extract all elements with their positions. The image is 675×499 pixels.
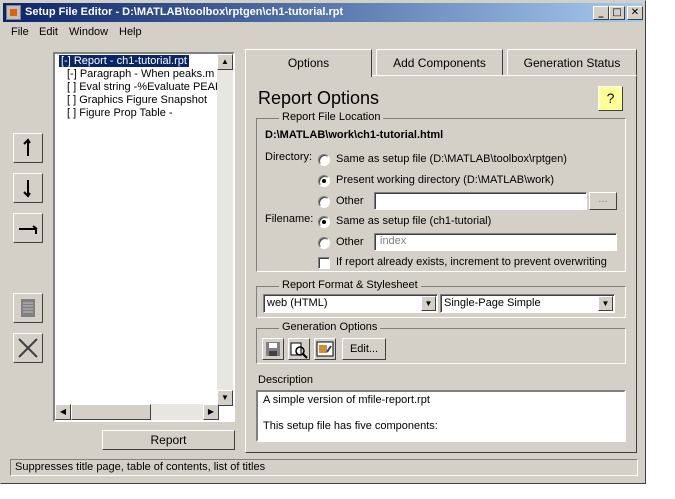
tree-item-figure-snapshot[interactable]: [ ] Graphics Figure Snapshot (67, 94, 207, 107)
dir-option-other-label: Other (336, 195, 364, 207)
preview-icon (290, 342, 308, 359)
move-up-button[interactable] (13, 133, 43, 163)
title-bar: Setup File Editor - D:\MATLAB\toolbox\rp… (3, 3, 643, 22)
generation-options-legend: Generation Options (279, 321, 381, 333)
tree-vertical-scrollbar[interactable]: ▲ ▼ (217, 54, 233, 406)
menu-bar: File Edit Window Help (3, 23, 643, 41)
setup-file-editor-window: Setup File Editor - D:\MATLAB\toolbox\rp… (0, 0, 646, 484)
component-tree[interactable]: [-] Report - ch1-tutorial.rpt [-] Paragr… (53, 52, 235, 422)
demote-button[interactable] (13, 213, 43, 243)
report-file-location-legend: Report File Location (279, 111, 384, 123)
browse-button[interactable]: ... (589, 192, 617, 210)
move-down-icon (23, 180, 31, 198)
image-options-button[interactable] (314, 338, 336, 360)
image-options-icon (316, 341, 334, 357)
report-file-location-group: Report File Location D:\MATLAB\work\ch1-… (256, 111, 626, 272)
increment-checkbox[interactable] (318, 257, 330, 269)
file-radio-setup-file[interactable] (318, 216, 330, 228)
help-button[interactable]: ? (598, 86, 623, 111)
scroll-right-arrow-icon[interactable]: ▶ (203, 404, 219, 420)
properties-button[interactable] (13, 293, 43, 323)
scroll-thumb[interactable] (71, 404, 151, 420)
tree-item-label: [-] Report - ch1-tutorial.rpt (59, 55, 189, 67)
file-option-setup-file-label: Same as setup file (ch1-tutorial) (336, 215, 492, 227)
increment-checkbox-label: If report already exists, increment to p… (336, 256, 607, 268)
report-file-path: D:\MATLAB\work\ch1-tutorial.html (265, 129, 444, 141)
report-button[interactable]: Report (102, 430, 235, 450)
generation-options-group: Generation Options (256, 321, 626, 364)
report-format-group: Report Format & Stylesheet web (HTML) ▼ … (256, 279, 626, 318)
cut-icon (18, 338, 38, 358)
dir-radio-other[interactable] (318, 196, 330, 208)
file-option-other-label: Other (336, 236, 364, 248)
save-icon (266, 342, 280, 356)
other-directory-input[interactable] (374, 192, 587, 210)
scroll-up-arrow-icon[interactable]: ▲ (217, 54, 233, 70)
format-select-value: web (HTML) (267, 297, 328, 309)
tree-item-report[interactable]: [-] Report - ch1-tutorial.rpt (59, 55, 189, 68)
move-up-icon (23, 138, 31, 156)
close-button[interactable]: ✕ (627, 6, 643, 20)
file-radio-other[interactable] (318, 237, 330, 249)
scroll-left-arrow-icon[interactable]: ◀ (55, 404, 71, 420)
window-title: Setup File Editor - D:\MATLAB\toolbox\rp… (25, 6, 344, 18)
tree-item-paragraph[interactable]: [-] Paragraph - When peaks.m r (67, 68, 221, 81)
report-format-legend: Report Format & Stylesheet (279, 279, 421, 291)
save-button[interactable] (262, 338, 284, 360)
delete-button[interactable] (13, 333, 43, 363)
menu-help[interactable]: Help (119, 26, 142, 38)
indent-arrow-icon (19, 225, 38, 234)
tree-item-figure-prop-table[interactable]: [ ] Figure Prop Table - (67, 107, 173, 120)
tree-horizontal-scrollbar[interactable]: ◀ ▶ (55, 404, 219, 420)
panel-title: Report Options (258, 88, 380, 108)
tab-add-components[interactable]: Add Components (376, 49, 503, 76)
directory-label: Directory: (265, 151, 313, 163)
edit-generation-button[interactable]: Edit... (342, 338, 386, 360)
dropdown-arrow-icon[interactable]: ▼ (421, 296, 436, 311)
tab-generation-status[interactable]: Generation Status (507, 49, 637, 76)
format-select[interactable]: web (HTML) ▼ (263, 294, 438, 313)
dropdown-arrow-icon[interactable]: ▼ (598, 296, 613, 311)
minimize-button[interactable]: _ (593, 6, 609, 20)
tree-item-eval-string[interactable]: [ ] Eval string -%Evaluate PEAK (67, 81, 222, 94)
dir-option-pwd-label: Present working directory (D:\MATLAB\wor… (336, 174, 555, 186)
options-panel: Report Options ? Report File Location D:… (245, 75, 637, 453)
move-down-button[interactable] (13, 173, 43, 203)
preview-button[interactable] (288, 338, 310, 360)
maximize-button[interactable]: □ (609, 6, 625, 20)
description-line-1: A simple version of mfile-report.rpt (263, 394, 430, 406)
menu-window[interactable]: Window (69, 26, 108, 38)
list-icon (21, 299, 35, 317)
dir-radio-pwd[interactable] (318, 175, 330, 187)
app-icon (6, 5, 21, 20)
tab-options[interactable]: Options (245, 49, 372, 77)
stylesheet-select[interactable]: Single-Page Simple ▼ (440, 294, 615, 313)
scroll-down-arrow-icon[interactable]: ▼ (217, 390, 233, 406)
description-line-2: This setup file has five components: (263, 420, 438, 432)
dir-option-setup-file-label: Same as setup file (D:\MATLAB\toolbox\rp… (336, 153, 567, 165)
menu-edit[interactable]: Edit (39, 26, 58, 38)
filename-input[interactable]: index (374, 233, 617, 251)
description-label: Description (258, 374, 314, 386)
status-bar: Suppresses title page, table of contents… (10, 459, 638, 476)
menu-file[interactable]: File (11, 26, 29, 38)
description-box[interactable]: A simple version of mfile-report.rpt Thi… (256, 390, 626, 442)
filename-label: Filename: (265, 213, 314, 225)
stylesheet-select-value: Single-Page Simple (444, 297, 541, 309)
dir-radio-setup-file[interactable] (318, 154, 330, 166)
